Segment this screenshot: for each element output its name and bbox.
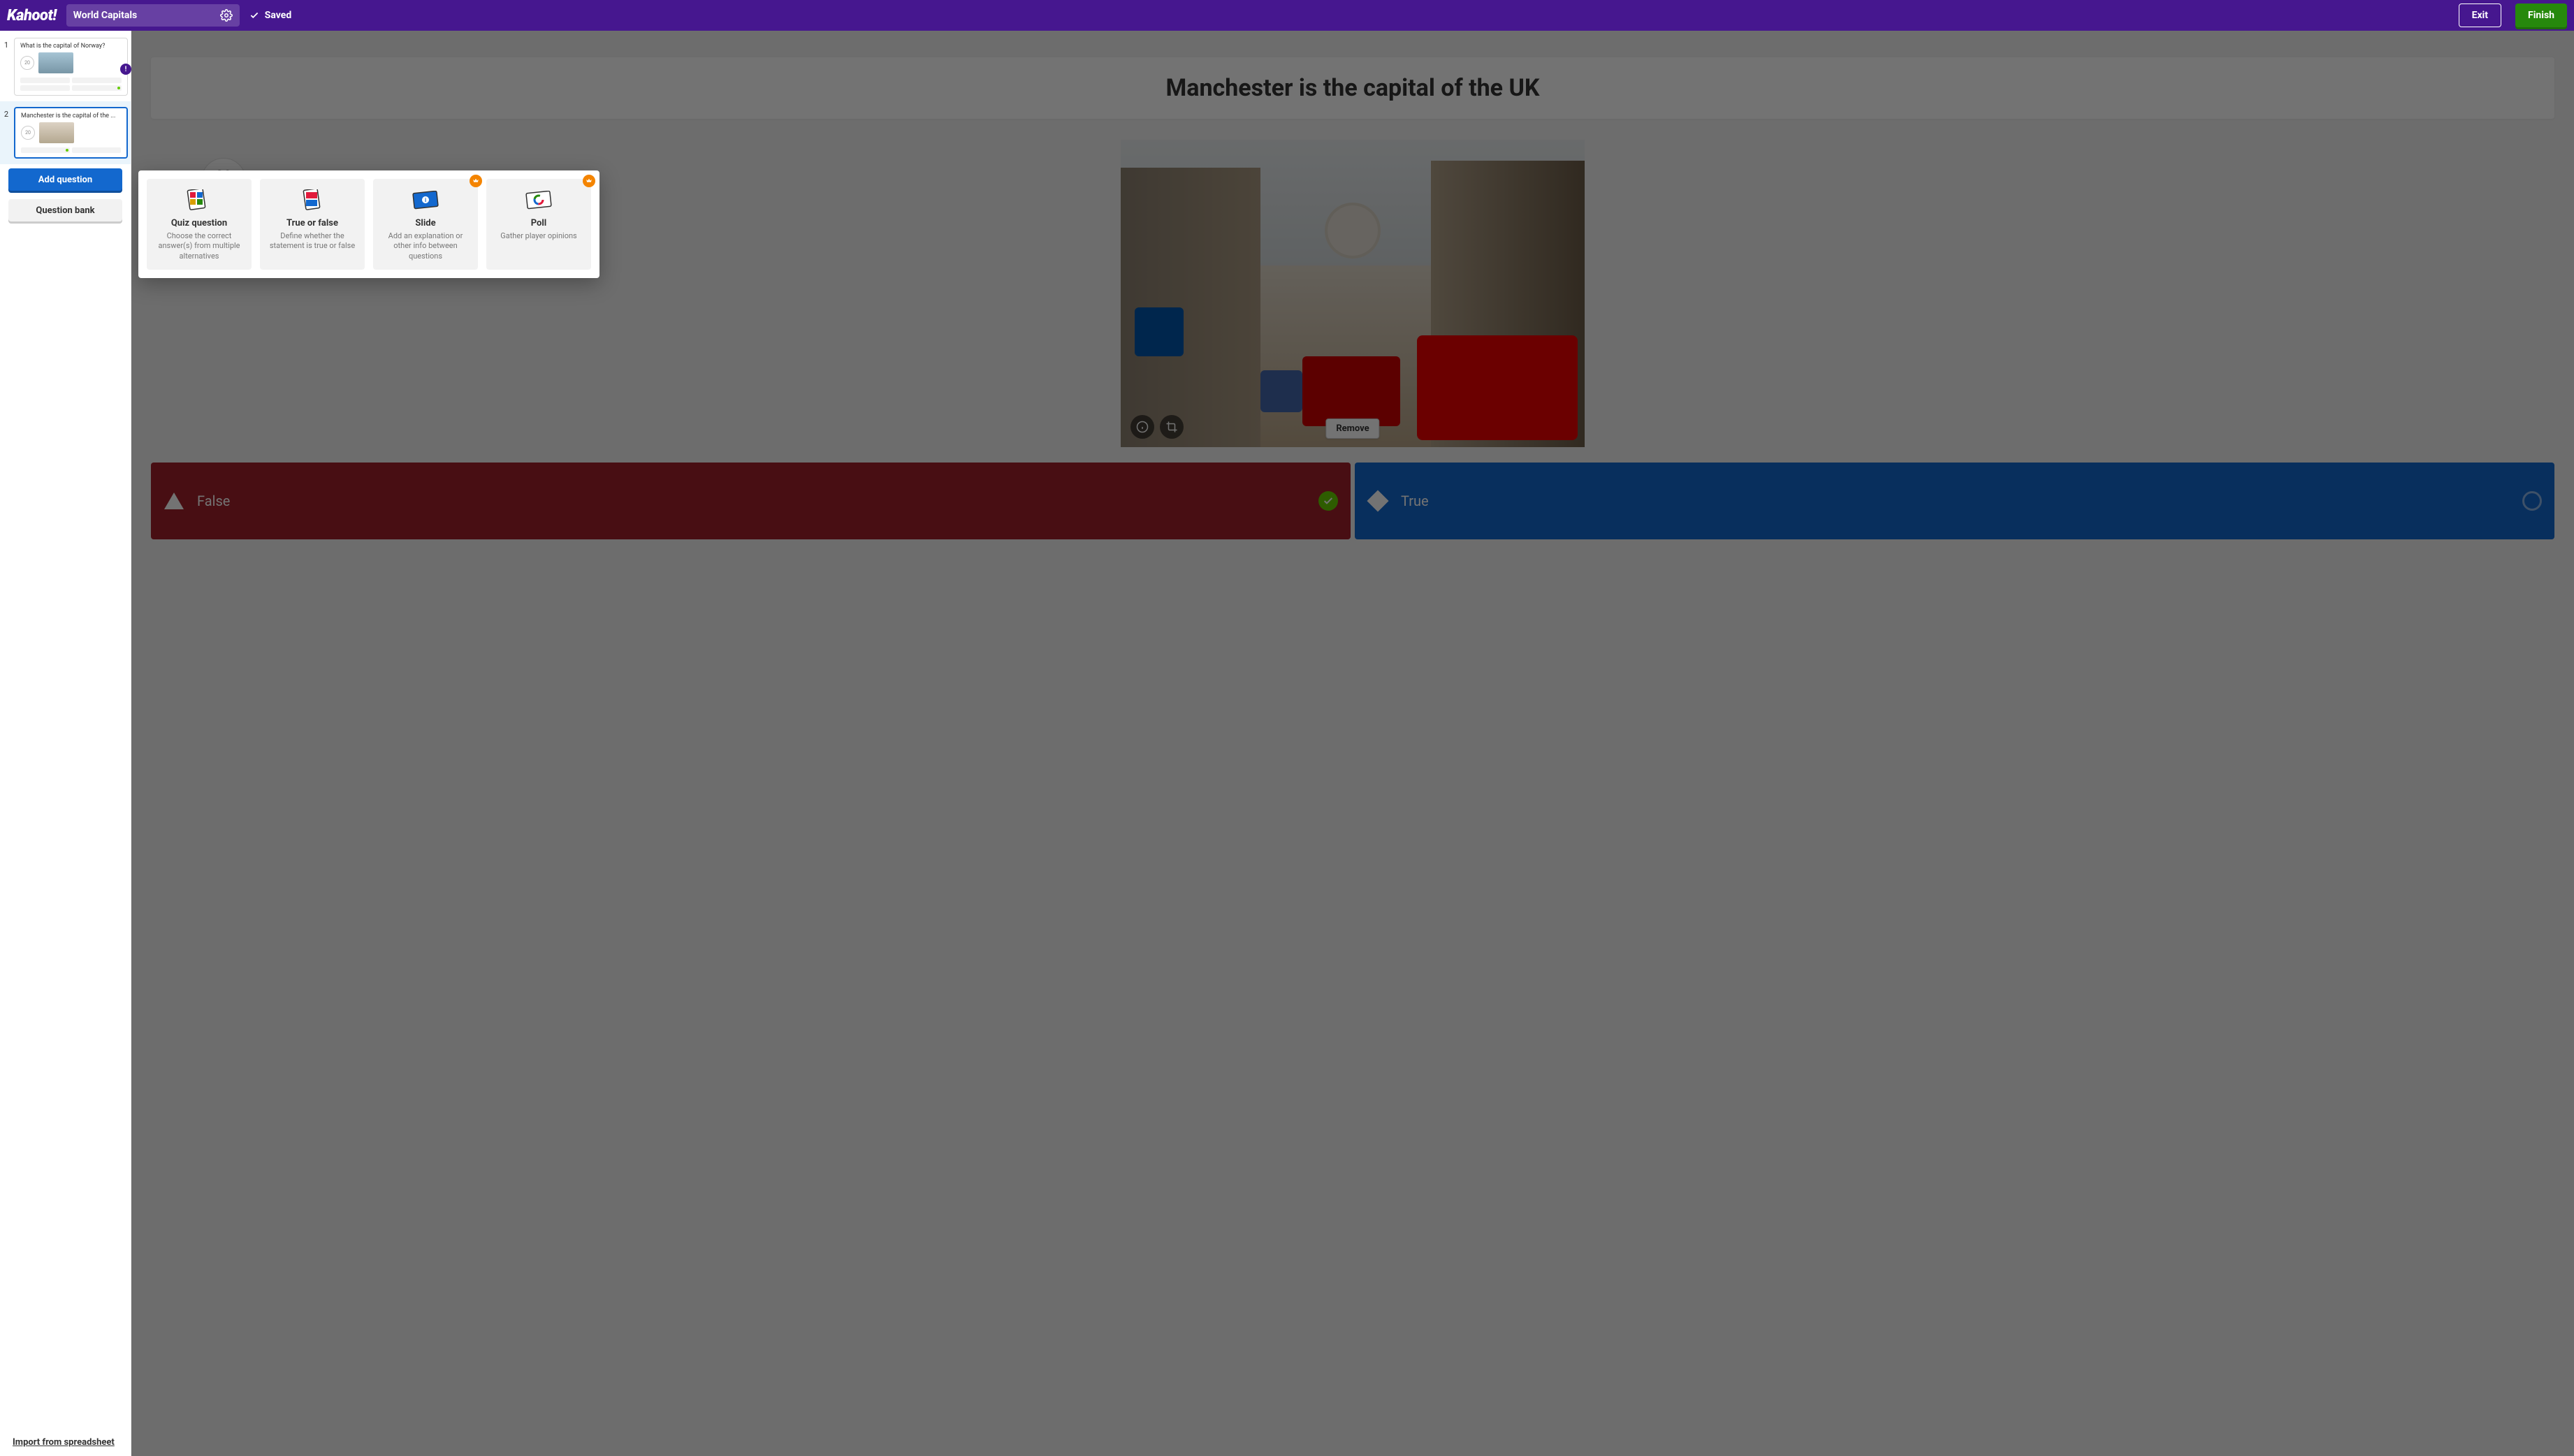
finish-button[interactable]: Finish <box>2515 3 2567 27</box>
premium-crown-icon <box>583 175 595 187</box>
app-header: Kahoot! World Capitals Saved Exit Finish <box>0 0 2574 31</box>
premium-crown-icon <box>470 175 482 187</box>
slide-thumb-answer <box>72 147 121 153</box>
slide-item-1[interactable]: 1 What is the capital of Norway? 20 ! <box>0 32 131 101</box>
qtype-title: True or false <box>286 218 338 228</box>
import-spreadsheet-link[interactable]: Import from spreadsheet <box>13 1437 131 1448</box>
svg-text:i: i <box>425 197 426 203</box>
qtype-quiz[interactable]: Quiz question Choose the correct answer(… <box>147 179 252 270</box>
qtype-title: Poll <box>531 218 547 228</box>
question-bank-button[interactable]: Question bank <box>8 199 122 221</box>
slide-thumb-answer <box>72 85 122 91</box>
qtype-desc: Gather player opinions <box>500 231 577 241</box>
app-logo: Kahoot! <box>7 7 57 24</box>
qtype-desc: Choose the correct answer(s) from multip… <box>152 231 246 261</box>
slide-thumb-title: What is the capital of Norway? <box>20 43 122 50</box>
quiz-icon <box>184 189 214 212</box>
slides-list: 1 What is the capital of Norway? 20 ! <box>0 31 131 164</box>
slide-thumb-image <box>39 122 74 143</box>
slide-item-2[interactable]: 2 Manchester is the capital of the ... 2… <box>0 101 131 164</box>
warning-badge-icon: ! <box>120 64 131 75</box>
slide-thumb: Manchester is the capital of the ... 20 <box>14 107 128 159</box>
qtype-poll[interactable]: Poll Gather player opinions <box>486 179 591 270</box>
slide-thumb: What is the capital of Norway? 20 ! <box>14 38 128 96</box>
saved-label: Saved <box>265 10 291 21</box>
qtype-title: Quiz question <box>171 218 227 228</box>
exit-button[interactable]: Exit <box>2459 3 2501 27</box>
slide-thumb-answer <box>21 147 70 153</box>
qtype-title: Slide <box>415 218 435 228</box>
qtype-desc: Define whether the statement is true or … <box>266 231 359 252</box>
slide-thumb-timer: 20 <box>20 56 34 70</box>
gear-icon[interactable] <box>220 9 233 22</box>
slide-sidebar: 1 What is the capital of Norway? 20 ! <box>0 31 131 1456</box>
slide-thumb-answer <box>20 85 70 91</box>
add-question-button[interactable]: Add question <box>8 168 122 191</box>
saved-indicator: Saved <box>249 10 291 21</box>
kahoot-title-text: World Capitals <box>73 10 138 21</box>
qtype-desc: Add an explanation or other info between… <box>379 231 472 261</box>
slide-number: 2 <box>3 107 10 159</box>
question-type-popup: Quiz question Choose the correct answer(… <box>138 170 599 278</box>
slide-icon: i <box>411 189 440 212</box>
qtype-slide[interactable]: i Slide Add an explanation or other info… <box>373 179 478 270</box>
slide-thumb-title: Manchester is the capital of the ... <box>21 112 121 119</box>
slide-thumb-answer <box>72 78 122 83</box>
editor-canvas: Manchester is the capital of the UK 20 s… <box>131 31 2574 1456</box>
slide-thumb-image <box>38 52 73 73</box>
kahoot-title-field[interactable]: World Capitals <box>66 4 240 27</box>
slide-thumb-answer <box>20 78 70 83</box>
qtype-truefalse[interactable]: True or false Define whether the stateme… <box>260 179 365 270</box>
slide-number: 1 <box>3 38 10 96</box>
poll-icon <box>524 189 553 212</box>
truefalse-icon <box>298 189 327 212</box>
slide-thumb-timer: 20 <box>21 126 35 140</box>
check-icon <box>249 10 259 20</box>
